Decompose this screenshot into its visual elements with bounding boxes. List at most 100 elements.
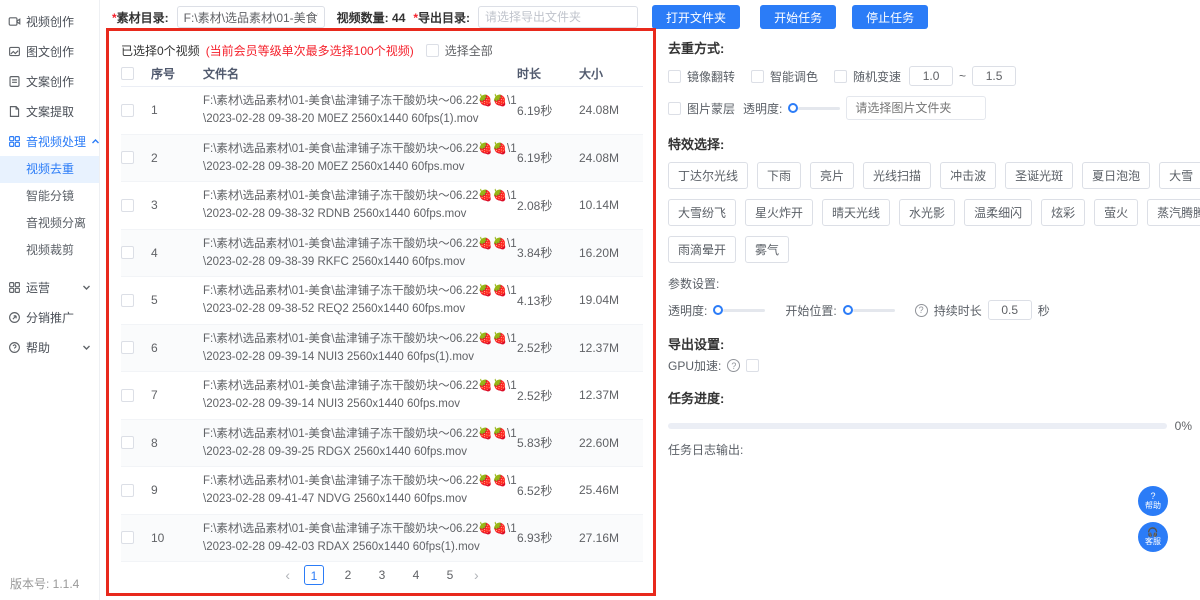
image-mask-checkbox[interactable] bbox=[668, 102, 681, 115]
start-task-button[interactable]: 开始任务 bbox=[760, 5, 836, 29]
random-speed-label: 随机变速 bbox=[853, 68, 901, 85]
sidebar-item-operations[interactable]: 运营 bbox=[0, 272, 99, 302]
param-start-label: 开始位置: bbox=[785, 302, 836, 319]
customer-service-float-button[interactable]: 🎧 客服 bbox=[1138, 522, 1168, 552]
gpu-question-icon: ? bbox=[727, 359, 740, 372]
pagination-page-5[interactable]: 5 bbox=[440, 565, 460, 585]
pagination-page-4[interactable]: 4 bbox=[406, 565, 426, 585]
pagination-page-3[interactable]: 3 bbox=[372, 565, 392, 585]
header-checkbox[interactable] bbox=[121, 67, 134, 80]
param-start-slider[interactable] bbox=[843, 305, 895, 315]
effect-button[interactable]: 圣诞光斑 bbox=[1005, 162, 1073, 189]
table-row[interactable]: 8 F:\素材\选品素材\01-美食\盐津铺子冻干酸奶块～06.22🍓🍓\13.… bbox=[121, 420, 643, 468]
effect-button[interactable]: 冲击波 bbox=[940, 162, 996, 189]
open-folder-button[interactable]: 打开文件夹 bbox=[652, 5, 740, 29]
sidebar-item-image-text-create[interactable]: 图文创作 bbox=[0, 36, 99, 66]
gpu-accel-checkbox[interactable] bbox=[746, 359, 759, 372]
task-progress: 0% bbox=[668, 419, 1192, 433]
row-checkbox[interactable] bbox=[121, 151, 134, 164]
sidebar-subitem-video-dedup[interactable]: 视频去重 bbox=[0, 156, 99, 183]
effect-button[interactable]: 晴天光线 bbox=[822, 199, 890, 226]
row-checkbox[interactable] bbox=[121, 389, 134, 402]
sidebar-item-label: 运营 bbox=[26, 279, 50, 296]
table-row[interactable]: 4 F:\素材\选品素材\01-美食\盐津铺子冻干酸奶块～06.22🍓🍓\13.… bbox=[121, 230, 643, 278]
effect-button[interactable]: 雨滴晕开 bbox=[668, 236, 736, 263]
table-row[interactable]: 9 F:\素材\选品素材\01-美食\盐津铺子冻干酸奶块～06.22🍓🍓\13.… bbox=[121, 467, 643, 515]
help-float-label: 帮助 bbox=[1145, 502, 1161, 510]
table-row[interactable]: 10 F:\素材\选品素材\01-美食\盐津铺子冻干酸奶块～06.22🍓🍓\13… bbox=[121, 515, 643, 563]
table-row[interactable]: 2 F:\素材\选品素材\01-美食\盐津铺子冻干酸奶块～06.22🍓🍓\13.… bbox=[121, 135, 643, 183]
row-checkbox[interactable] bbox=[121, 531, 134, 544]
material-dir-input[interactable] bbox=[177, 6, 325, 28]
row-size: 12.37M bbox=[579, 341, 643, 355]
speed-min-input[interactable] bbox=[909, 66, 953, 86]
sidebar-item-copy-create[interactable]: 文案创作 bbox=[0, 66, 99, 96]
smart-color-checkbox[interactable] bbox=[751, 70, 764, 83]
row-checkbox[interactable] bbox=[121, 199, 134, 212]
stop-task-button[interactable]: 停止任务 bbox=[852, 5, 928, 29]
chevron-down-icon bbox=[82, 283, 91, 292]
effect-button[interactable]: 蒸汽腾腾 bbox=[1147, 199, 1200, 226]
duration-question-icon: ? bbox=[915, 304, 928, 317]
effect-button[interactable]: 炫彩 bbox=[1041, 199, 1085, 226]
speed-max-input[interactable] bbox=[972, 66, 1016, 86]
effect-button[interactable]: 夏日泡泡 bbox=[1082, 162, 1150, 189]
table-row[interactable]: 7 F:\素材\选品素材\01-美食\盐津铺子冻干酸奶块～06.22🍓🍓\13.… bbox=[121, 372, 643, 420]
duration-input[interactable] bbox=[988, 300, 1032, 320]
table-row[interactable]: 6 F:\素材\选品素材\01-美食\盐津铺子冻干酸奶块～06.22🍓🍓\13.… bbox=[121, 325, 643, 373]
row-checkbox[interactable] bbox=[121, 341, 134, 354]
mirror-flip-checkbox[interactable] bbox=[668, 70, 681, 83]
smart-color-label: 智能调色 bbox=[770, 68, 818, 85]
pagination-next-icon[interactable]: › bbox=[474, 567, 479, 583]
sidebar-subitem-video-crop[interactable]: 视频裁剪 bbox=[0, 237, 99, 264]
effect-button[interactable]: 温柔细闪 bbox=[964, 199, 1032, 226]
effects-row-2: 大雪纷飞 星火炸开 晴天光线 水光影 温柔细闪 炫彩 萤火 蒸汽腾腾 bbox=[668, 199, 1192, 226]
sidebar: 视频创作 图文创作 文案创作 文案提取 音视频处理 视频去重 智能分镜 音视频分… bbox=[0, 0, 100, 600]
row-filename: F:\素材\选品素材\01-美食\盐津铺子冻干酸奶块～06.22🍓🍓\13.盘中… bbox=[203, 377, 517, 413]
effect-button[interactable]: 丁达尔光线 bbox=[668, 162, 748, 189]
sidebar-item-distribution[interactable]: 分销推广 bbox=[0, 302, 99, 332]
row-index: 6 bbox=[151, 341, 203, 355]
effect-button[interactable]: 亮片 bbox=[810, 162, 854, 189]
document-icon bbox=[8, 75, 21, 88]
select-all-checkbox[interactable] bbox=[426, 44, 439, 57]
table-row[interactable]: 1 F:\素材\选品素材\01-美食\盐津铺子冻干酸奶块～06.22🍓🍓\13.… bbox=[121, 87, 643, 135]
effect-button[interactable]: 萤火 bbox=[1094, 199, 1138, 226]
row-index: 8 bbox=[151, 436, 203, 450]
effect-button[interactable]: 雾气 bbox=[745, 236, 789, 263]
effect-button[interactable]: 下雨 bbox=[757, 162, 801, 189]
effect-button[interactable]: 星火炸开 bbox=[745, 199, 813, 226]
random-speed-checkbox[interactable] bbox=[834, 70, 847, 83]
help-float-button[interactable]: ? 帮助 bbox=[1138, 486, 1168, 516]
pagination-page-1[interactable]: 1 bbox=[304, 565, 324, 585]
row-checkbox[interactable] bbox=[121, 246, 134, 259]
table-row[interactable]: 3 F:\素材\选品素材\01-美食\盐津铺子冻干酸奶块～06.22🍓🍓\13.… bbox=[121, 182, 643, 230]
mask-opacity-slider[interactable] bbox=[788, 103, 840, 113]
pagination-prev-icon[interactable]: ‹ bbox=[285, 567, 290, 583]
row-checkbox[interactable] bbox=[121, 294, 134, 307]
sidebar-item-av-processing[interactable]: 音视频处理 bbox=[0, 126, 99, 156]
mask-folder-input[interactable] bbox=[846, 96, 986, 120]
sidebar-item-video-create[interactable]: 视频创作 bbox=[0, 6, 99, 36]
effect-button[interactable]: 大雪 bbox=[1159, 162, 1200, 189]
sidebar-subitem-av-separation[interactable]: 音视频分离 bbox=[0, 210, 99, 237]
effect-button[interactable]: 大雪纷飞 bbox=[668, 199, 736, 226]
row-checkbox[interactable] bbox=[121, 484, 134, 497]
effect-button[interactable]: 光线扫描 bbox=[863, 162, 931, 189]
sidebar-item-label: 图文创作 bbox=[26, 43, 74, 60]
export-dir-label: *导出目录: bbox=[413, 9, 470, 26]
dedup-method-title: 去重方式: bbox=[668, 38, 1192, 57]
sidebar-item-copy-extract[interactable]: 文案提取 bbox=[0, 96, 99, 126]
row-checkbox[interactable] bbox=[121, 436, 134, 449]
sidebar-item-help[interactable]: 帮助 bbox=[0, 332, 99, 362]
effect-button[interactable]: 水光影 bbox=[899, 199, 955, 226]
row-duration: 6.93秒 bbox=[517, 529, 579, 546]
row-checkbox[interactable] bbox=[121, 104, 134, 117]
param-opacity-slider[interactable] bbox=[713, 305, 765, 315]
export-dir-input[interactable] bbox=[478, 6, 638, 28]
row-filename: F:\素材\选品素材\01-美食\盐津铺子冻干酸奶块～06.22🍓🍓\13.盘中… bbox=[203, 235, 517, 271]
table-row[interactable]: 5 F:\素材\选品素材\01-美食\盐津铺子冻干酸奶块～06.22🍓🍓\13.… bbox=[121, 277, 643, 325]
row-duration: 6.52秒 bbox=[517, 482, 579, 499]
sidebar-subitem-smart-storyboard[interactable]: 智能分镜 bbox=[0, 183, 99, 210]
pagination-page-2[interactable]: 2 bbox=[338, 565, 358, 585]
